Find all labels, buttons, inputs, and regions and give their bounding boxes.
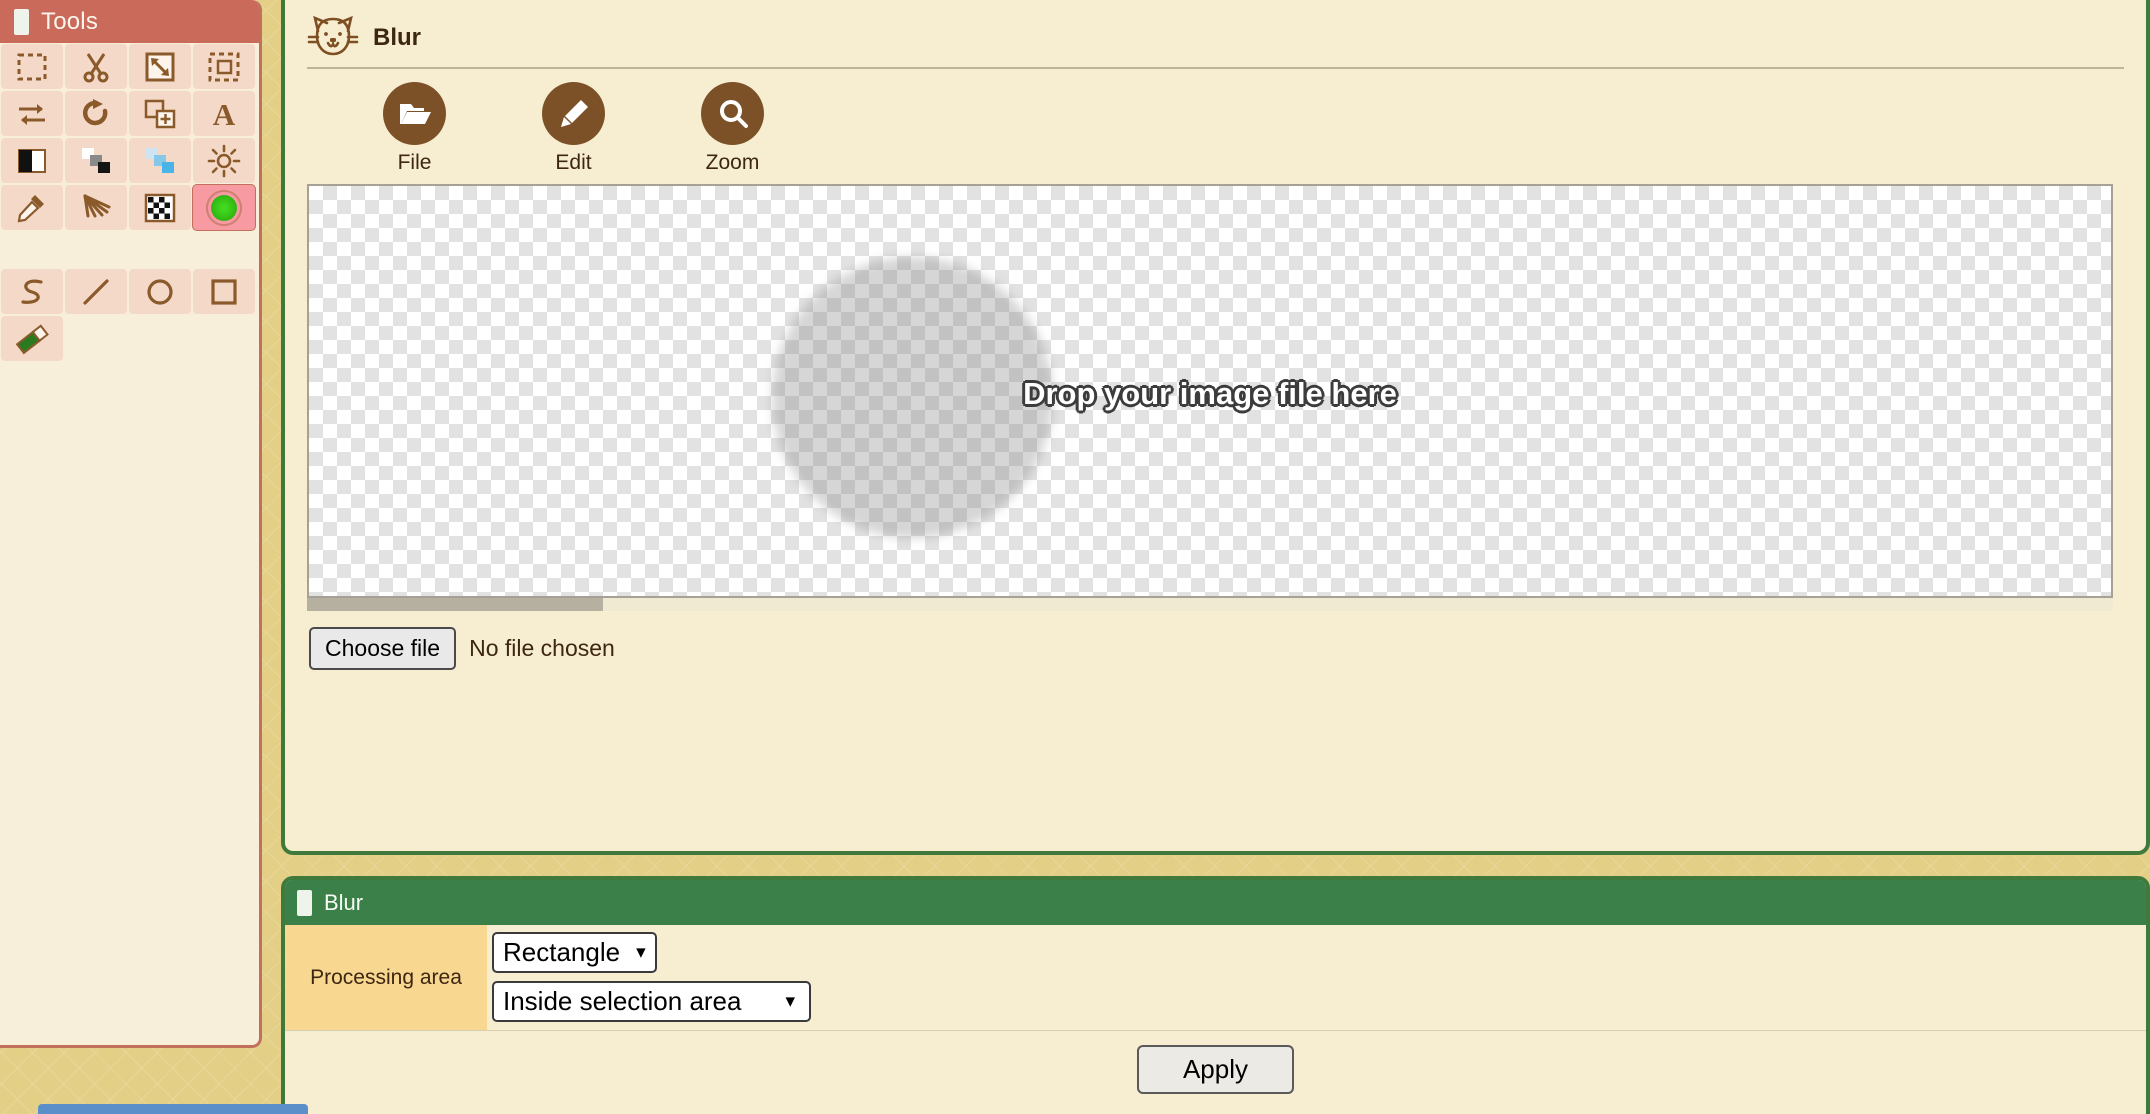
rotate-arrow-icon [79,97,113,131]
curve-tool[interactable] [0,268,64,315]
drop-zone-text: Drop your image file here [1023,376,1397,411]
toolbar-edit[interactable]: Edit [494,82,653,175]
green-blur-circle-icon [204,188,244,228]
fan-rays-icon [79,191,113,225]
cut-tool[interactable] [64,43,128,90]
chevron-down-icon: ▾ [785,991,796,1012]
toolbar-zoom-label: Zoom [705,151,760,174]
green-eraser-icon [15,322,49,356]
square-outline-icon [207,275,241,309]
checkerboard-icon [143,191,177,225]
toolbar-file-label: File [397,151,432,174]
rectangle-mark-icon [297,889,312,916]
main-toolbar: File Edit Zoom [307,69,2124,175]
blur-panel-header: Blur [285,880,2146,925]
blue-squares-icon [143,144,177,178]
half-black-square-icon [15,144,49,178]
s-curve-icon [15,275,49,309]
region-select-value: Inside selection area [503,986,742,1016]
scissors-icon [79,50,113,84]
sun-icon [207,144,241,178]
main-editor-panel: Blur File Edit Zoom Drop your image file… [281,0,2150,855]
tools-panel-header: Tools [0,0,259,43]
flip-tool[interactable] [0,90,64,137]
contrast-tool[interactable] [0,137,64,184]
folder-open-icon [383,82,446,145]
rectangle-tool[interactable] [192,268,256,315]
select-rectangle-tool[interactable] [0,43,64,90]
bottom-status-strip [38,1104,308,1114]
page-title: Blur [373,24,421,51]
app-titlebar: Blur [307,0,2124,66]
scrollbar-thumb[interactable] [307,598,603,611]
colorize-tool[interactable] [128,137,192,184]
processing-area-controls: Rectangle ▾ Inside selection area ▾ [487,925,2146,1030]
color-picker-tool[interactable] [0,184,64,231]
resize-tool[interactable] [128,43,192,90]
chevron-down-icon: ▾ [636,942,646,963]
file-chosen-status: No file chosen [469,635,615,661]
region-select[interactable]: Inside selection area ▾ [492,981,812,1022]
circle-outline-icon [143,275,177,309]
toolbar-file[interactable]: File [335,82,494,175]
diagonal-line-icon [79,275,113,309]
blur-options-body: Processing area Rectangle ▾ Inside selec… [285,925,2146,1031]
eraser-tool[interactable] [0,315,64,362]
image-drop-canvas[interactable]: Drop your image file here [307,184,2113,598]
text-tool[interactable]: A [192,90,256,137]
rotate-tool[interactable] [64,90,128,137]
svg-text:A: A [213,97,236,131]
gray-squares-icon [79,144,113,178]
ellipse-tool[interactable] [128,268,192,315]
tools-panel: Tools A [0,0,262,1048]
choose-file-button[interactable]: Choose file [309,627,457,670]
cat-face-icon [307,14,359,63]
layers-plus-icon [143,97,177,131]
canvas-horizontal-scrollbar[interactable] [307,598,2113,611]
add-layer-tool[interactable] [128,90,192,137]
dashed-rectangle-icon [15,50,49,84]
blur-options-panel: Blur Processing area Rectangle ▾ Inside … [281,876,2150,1114]
crop-selection-icon [207,50,241,84]
swap-arrows-icon [15,97,49,131]
line-tool[interactable] [64,268,128,315]
file-input-row: Choose file No file chosen [307,627,2124,670]
letter-a-icon: A [207,97,241,131]
brightness-tool[interactable] [192,137,256,184]
crop-tool[interactable] [192,43,256,90]
motion-blur-tool[interactable] [64,184,128,231]
eyedropper-icon [15,191,49,225]
magnifier-icon [701,82,764,145]
mosaic-tool[interactable] [128,184,192,231]
processing-area-label: Processing area [310,965,462,989]
tool-grid: A [0,43,259,362]
processing-area-label-cell: Processing area [285,925,487,1030]
toolbar-edit-label: Edit [555,151,592,174]
pencil-icon [542,82,605,145]
tool-grid-separator [0,231,259,268]
grayscale-tool[interactable] [64,137,128,184]
shape-select[interactable]: Rectangle ▾ [492,932,657,973]
diagonal-arrows-icon [143,50,177,84]
tools-panel-title: Tools [41,7,99,35]
blur-panel-title: Blur [324,889,364,915]
apply-row: Apply [285,1031,2146,1094]
rectangle-mark-icon [14,8,29,35]
blur-tool[interactable] [192,184,256,231]
apply-button[interactable]: Apply [1136,1045,1295,1094]
shape-select-value: Rectangle [503,937,621,967]
toolbar-zoom[interactable]: Zoom [653,82,812,175]
